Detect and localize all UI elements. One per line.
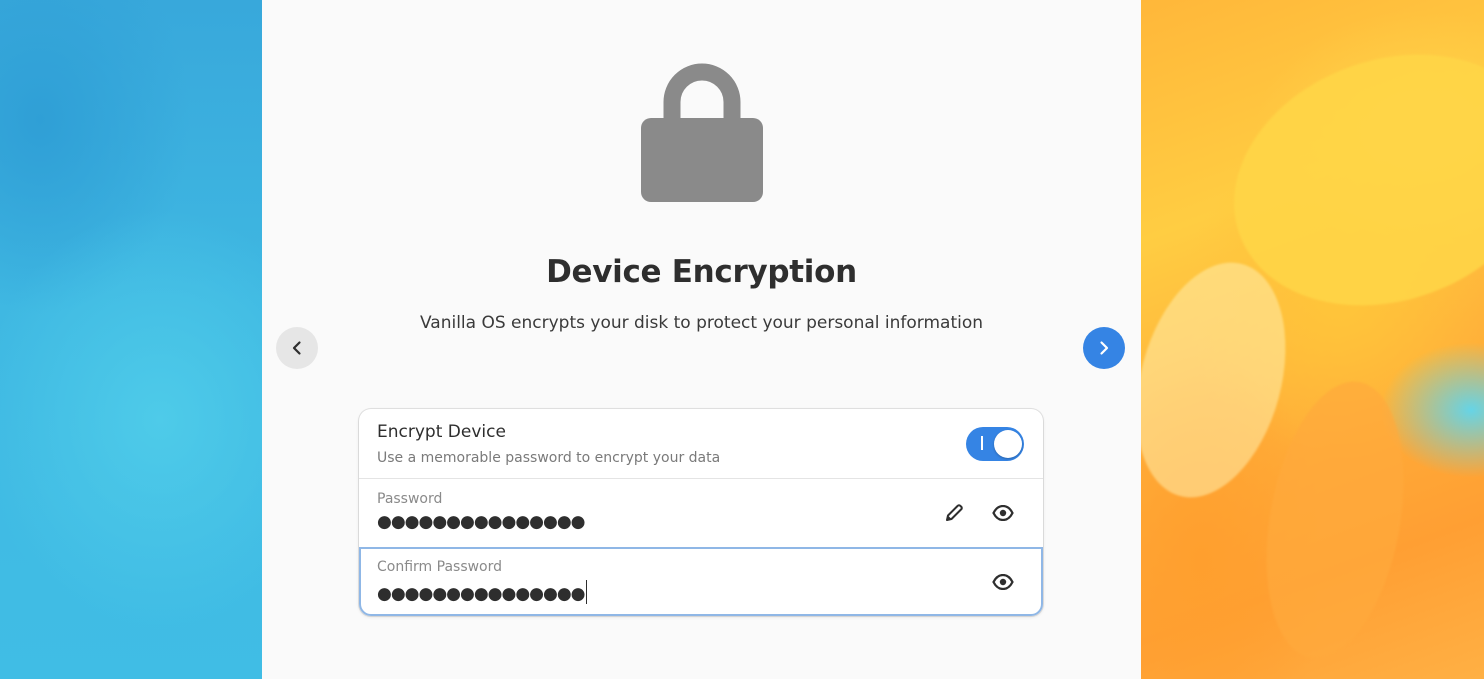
confirm-password-label: Confirm Password <box>377 559 503 575</box>
encryption-settings-card: Encrypt Device Use a memorable password … <box>359 409 1043 616</box>
toggle-on-indicator <box>981 436 983 450</box>
show-password-button[interactable] <box>985 495 1021 531</box>
lock-icon <box>641 63 763 202</box>
chevron-right-icon <box>1100 341 1109 355</box>
next-button[interactable] <box>1083 327 1125 369</box>
desktop: Device Encryption Vanilla OS encrypts yo… <box>0 0 1484 679</box>
password-row: Password ●●●●●●●●●●●●●●● <box>359 479 1043 547</box>
chevron-left-icon <box>292 341 301 355</box>
password-field[interactable]: ●●●●●●●●●●●●●●● <box>377 512 586 532</box>
text-caret <box>585 580 588 604</box>
toggle-knob <box>994 430 1022 458</box>
confirm-password-row: Confirm Password ●●●●●●●●●●●●●●● <box>359 547 1043 616</box>
encrypt-device-title: Encrypt Device <box>377 422 506 442</box>
encrypt-device-subtitle: Use a memorable password to encrypt your… <box>377 450 721 466</box>
installer-window: Device Encryption Vanilla OS encrypts yo… <box>262 0 1141 679</box>
page-title: Device Encryption <box>546 254 857 290</box>
eye-icon <box>992 505 1014 521</box>
confirm-password-value: ●●●●●●●●●●●●●●● <box>377 584 586 604</box>
page-subtitle: Vanilla OS encrypts your disk to protect… <box>419 313 984 333</box>
pencil-icon <box>946 504 963 521</box>
encrypt-device-toggle[interactable] <box>966 427 1024 461</box>
confirm-password-field[interactable]: ●●●●●●●●●●●●●●● <box>377 580 588 604</box>
encrypt-device-row: Encrypt Device Use a memorable password … <box>359 409 1043 479</box>
edit-password-button[interactable] <box>936 495 972 531</box>
wallpaper-left <box>0 0 262 679</box>
back-button[interactable] <box>276 327 318 369</box>
eye-icon <box>992 574 1014 590</box>
password-label: Password <box>377 491 443 507</box>
show-confirm-password-button[interactable] <box>985 564 1021 600</box>
